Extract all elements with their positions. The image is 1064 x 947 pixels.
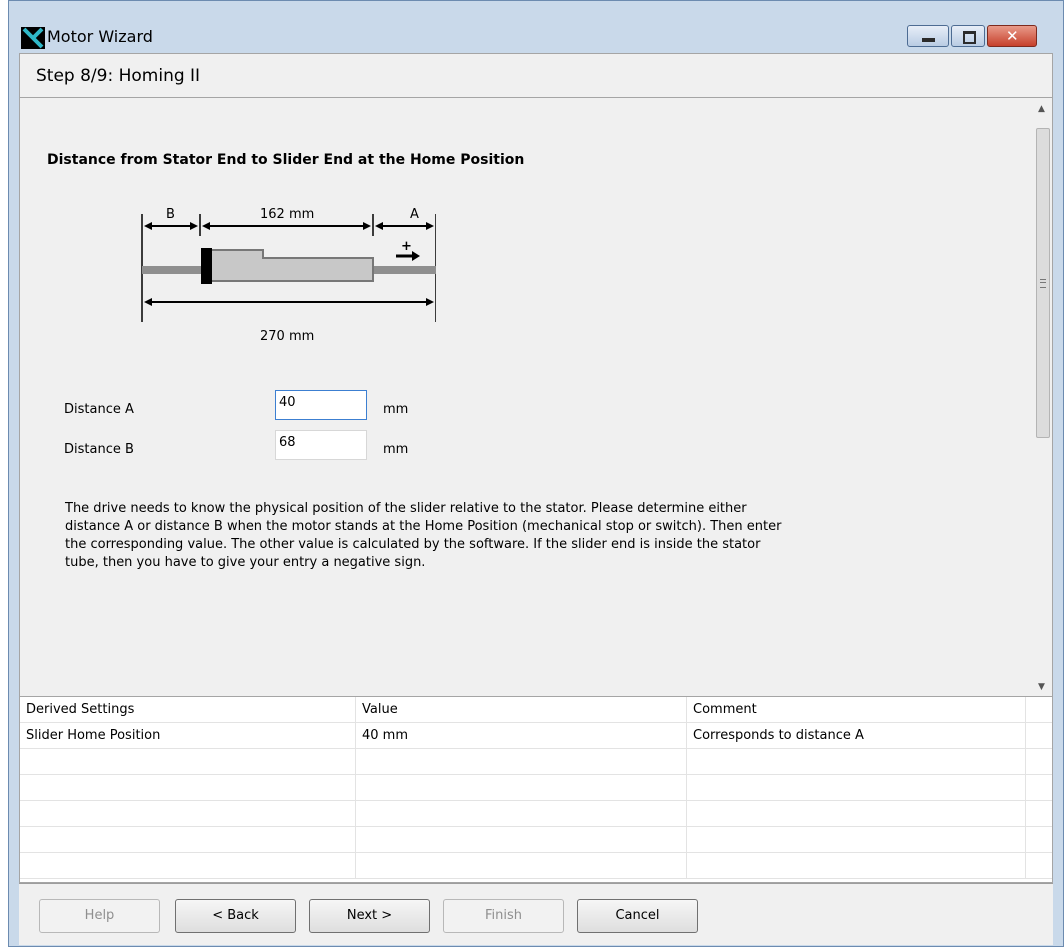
distance-b-input[interactable]: 68: [275, 430, 367, 460]
close-button[interactable]: ✕: [987, 25, 1037, 47]
distance-a-input[interactable]: 40: [275, 390, 367, 420]
distance-a-unit: mm: [383, 402, 409, 417]
section-title: Distance from Stator End to Slider End a…: [47, 152, 525, 168]
description-text: The drive needs to know the physical pos…: [65, 501, 782, 570]
maximize-icon: [963, 31, 976, 44]
table-cell: [1026, 723, 1052, 749]
help-button[interactable]: Help: [39, 899, 160, 933]
window-title: Motor Wizard: [47, 27, 153, 46]
column-header-derived-settings[interactable]: Derived Settings: [20, 697, 356, 723]
button-bar: Help < Back Next > Finish Cancel: [19, 883, 1053, 945]
table-row-empty: [20, 775, 1052, 801]
scroll-up-icon[interactable]: ▲: [1038, 104, 1045, 114]
next-button[interactable]: Next >: [309, 899, 430, 933]
label-b: B: [166, 207, 175, 222]
vertical-scrollbar[interactable]: ▲ ▼: [1035, 98, 1052, 696]
finish-button[interactable]: Finish: [443, 899, 564, 933]
step-header: Step 8/9: Homing II: [19, 53, 1053, 97]
back-button[interactable]: < Back: [175, 899, 296, 933]
minimize-icon: [922, 38, 935, 42]
column-header-value[interactable]: Value: [356, 697, 687, 723]
distance-b-unit: mm: [383, 442, 409, 457]
table-row[interactable]: Slider Home Position 40 mm Corresponds t…: [20, 723, 1052, 749]
label-total-length: 270 mm: [260, 329, 314, 344]
motor-diagram: B 162 mm A + 270 mm: [141, 207, 436, 344]
table-row-empty: [20, 749, 1052, 775]
minimize-button[interactable]: [907, 25, 949, 47]
distance-a-label: Distance A: [64, 402, 134, 417]
maximize-button[interactable]: [951, 25, 985, 47]
grip-icon: [1040, 279, 1046, 288]
column-header-empty: [1026, 697, 1052, 723]
table-cell: Corresponds to distance A: [687, 723, 1026, 749]
scroll-down-icon[interactable]: ▼: [1038, 682, 1045, 692]
derived-settings-table: Derived Settings Value Comment Slider Ho…: [19, 697, 1053, 883]
label-slider-length: 162 mm: [260, 207, 314, 222]
close-icon: ✕: [1006, 27, 1019, 45]
step-title: Step 8/9: Homing II: [36, 66, 201, 86]
label-a: A: [410, 207, 419, 222]
scroll-thumb[interactable]: [1036, 128, 1050, 438]
table-cell: 40 mm: [356, 723, 687, 749]
table-row-empty: [20, 853, 1052, 879]
table-header-row: Derived Settings Value Comment: [20, 697, 1052, 723]
column-header-comment[interactable]: Comment: [687, 697, 1026, 723]
content-panel: Distance from Stator End to Slider End a…: [19, 97, 1053, 697]
motor-wizard-window: Motor Wizard ✕ Step 8/9: Homing II Dista…: [8, 0, 1064, 947]
app-logo-icon: [21, 27, 45, 49]
cancel-button[interactable]: Cancel: [577, 899, 698, 933]
table-row-empty: [20, 827, 1052, 853]
table-row-empty: [20, 801, 1052, 827]
direction-sign: +: [401, 239, 412, 254]
title-bar: Motor Wizard ✕: [9, 1, 1063, 53]
distance-b-label: Distance B: [64, 442, 134, 457]
table-cell: Slider Home Position: [20, 723, 356, 749]
